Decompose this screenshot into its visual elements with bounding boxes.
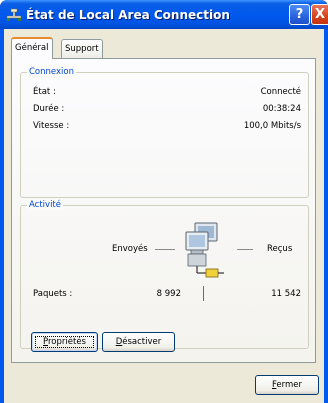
speed-value: 100,0 Mbits/s [243,121,301,131]
packets-divider [203,286,204,301]
sent-line [155,249,175,250]
dialog-window: État de Local Area Connection ? X Généra… [0,0,328,403]
disable-button[interactable]: Désactiver [102,332,175,352]
title-bar[interactable]: État de Local Area Connection ? X [0,0,328,29]
activite-group: Activité Envoyés Reçus Paquets: 8 992 1… [20,199,309,349]
close-label: ermer [276,380,303,390]
tab-panel-general: Connexion État : Connecté Durée : 00:38:… [11,58,316,363]
state-value: Connecté [260,87,301,97]
window-frame-right [324,29,328,403]
disable-label: ésactiver [122,337,162,347]
tab-support[interactable]: Support [61,39,103,59]
help-button[interactable]: ? [289,4,310,25]
window-title: État de Local Area Connection [26,8,230,22]
close-button[interactable]: Fermer [255,375,319,395]
packets-received-value: 11 542 [271,289,301,299]
sent-label: Envoyés [112,244,148,254]
received-line [237,249,253,250]
network-connection-icon [6,8,22,21]
network-computers-icon [185,222,224,278]
packets-label: Paquets : [33,289,73,299]
state-label: État : [33,87,56,97]
packets-sent-value: 8 992 [156,289,181,299]
speed-label: Vitesse : [33,121,70,131]
connexion-group: Connexion État : Connecté Durée : 00:38:… [20,66,309,198]
close-window-button[interactable]: X [311,4,328,25]
duration-label: Durée : [33,104,65,114]
activite-legend: Activité [27,199,63,211]
properties-button[interactable]: Propriétés [31,332,98,352]
dialog-body: Général Support Connexion État : Connect… [4,29,324,403]
focus-ring [35,336,94,348]
duration-value: 00:38:24 [262,104,301,114]
tab-general[interactable]: Général [11,37,53,59]
connexion-legend: Connexion [27,66,76,78]
received-label: Reçus [267,244,293,254]
